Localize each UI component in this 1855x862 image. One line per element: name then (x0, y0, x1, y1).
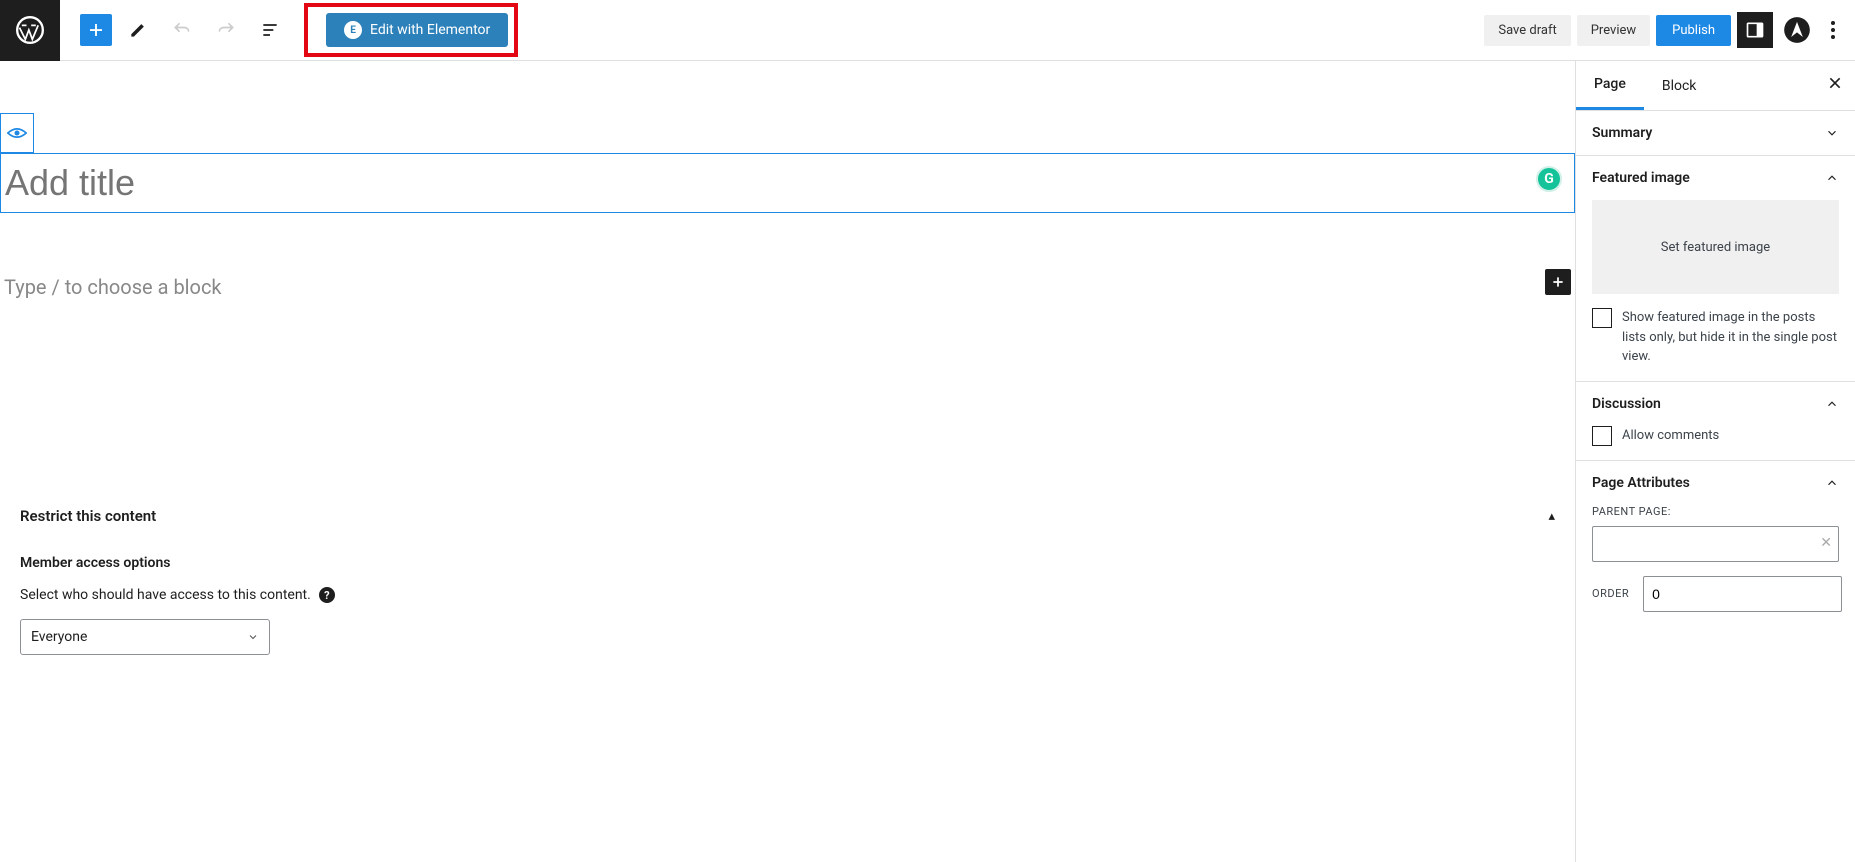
discussion-title: Discussion (1592, 396, 1661, 412)
content-placeholder: Type / to choose a block (4, 275, 222, 299)
close-icon (1827, 75, 1843, 91)
tab-block[interactable]: Block (1644, 61, 1715, 110)
pencil-icon (128, 20, 148, 40)
page-attributes-title: Page Attributes (1592, 475, 1690, 491)
publish-button[interactable]: Publish (1656, 15, 1731, 46)
toolbar-right: Save draft Preview Publish (1484, 12, 1845, 48)
close-sidebar-button[interactable] (1827, 75, 1843, 91)
settings-sidebar: Page Block Summary Featured image Set fe… (1575, 61, 1855, 862)
member-access-subtitle: Member access options (20, 555, 1555, 571)
restrict-title: Restrict this content (20, 507, 156, 525)
astra-icon (1783, 16, 1811, 44)
preview-button[interactable]: Preview (1577, 15, 1650, 46)
summary-title: Summary (1592, 125, 1652, 141)
chevron-down-icon (247, 631, 259, 643)
add-block-inline-button[interactable] (1545, 269, 1571, 295)
set-featured-image-button[interactable]: Set featured image (1592, 200, 1839, 294)
discussion-header[interactable]: Discussion (1592, 396, 1839, 412)
elementor-icon: E (344, 21, 362, 39)
elementor-highlight-box: E Edit with Elementor (304, 3, 518, 57)
editor-canvas: G Type / to choose a block Restrict this… (0, 61, 1575, 862)
page-attributes-panel: Page Attributes PARENT PAGE: ✕ ORDER (1576, 461, 1855, 626)
access-select-value: Everyone (31, 629, 87, 645)
chevron-up-icon (1825, 171, 1839, 185)
settings-panel-toggle[interactable] (1737, 12, 1773, 48)
document-outline-button[interactable] (252, 12, 288, 48)
title-block: G (0, 153, 1575, 213)
clear-parent-icon[interactable]: ✕ (1820, 535, 1832, 551)
redo-icon (216, 20, 236, 40)
toolbar-left: E Edit with Elementor (60, 3, 518, 57)
summary-panel: Summary (1576, 111, 1855, 156)
elementor-label: Edit with Elementor (370, 22, 490, 38)
options-menu-button[interactable] (1821, 12, 1845, 48)
featured-image-hide-checkbox[interactable] (1592, 308, 1612, 328)
tab-page[interactable]: Page (1576, 61, 1644, 110)
featured-image-header[interactable]: Featured image (1592, 170, 1839, 186)
wordpress-logo[interactable] (0, 0, 60, 61)
order-input[interactable] (1643, 576, 1842, 612)
restrict-content-panel: Restrict this content ▴ Member access op… (0, 491, 1575, 671)
order-label: ORDER (1592, 587, 1629, 600)
collapse-up-icon: ▴ (1548, 509, 1555, 524)
allow-comments-checkbox[interactable] (1592, 426, 1612, 446)
featured-image-panel: Featured image Set featured image Show f… (1576, 156, 1855, 382)
parent-page-input[interactable]: ✕ (1592, 526, 1839, 562)
grammarly-icon[interactable]: G (1536, 166, 1562, 192)
restrict-description-row: Select who should have access to this co… (20, 587, 1555, 603)
outline-icon (260, 20, 280, 40)
kebab-icon (1831, 21, 1835, 39)
content-block[interactable]: Type / to choose a block (0, 273, 1575, 301)
featured-image-title: Featured image (1592, 170, 1690, 186)
wordpress-icon (16, 16, 44, 44)
plus-icon (1551, 275, 1565, 289)
undo-icon (172, 20, 192, 40)
plus-icon (87, 21, 105, 39)
chevron-down-icon (1825, 126, 1839, 140)
undo-button[interactable] (164, 12, 200, 48)
restrict-header[interactable]: Restrict this content ▴ (20, 507, 1555, 525)
discussion-panel: Discussion Allow comments (1576, 382, 1855, 461)
summary-header[interactable]: Summary (1592, 125, 1839, 141)
redo-button[interactable] (208, 12, 244, 48)
add-block-button[interactable] (80, 14, 112, 46)
edit-with-elementor-button[interactable]: E Edit with Elementor (326, 13, 508, 47)
chevron-up-icon (1825, 476, 1839, 490)
edit-tool-button[interactable] (120, 12, 156, 48)
featured-image-checkbox-label: Show featured image in the posts lists o… (1622, 308, 1839, 367)
astra-button[interactable] (1779, 12, 1815, 48)
main-layout: G Type / to choose a block Restrict this… (0, 61, 1855, 862)
help-icon[interactable]: ? (319, 587, 335, 603)
page-attributes-header[interactable]: Page Attributes (1592, 475, 1839, 491)
page-title-input[interactable] (5, 162, 1570, 204)
top-toolbar: E Edit with Elementor Save draft Preview… (0, 0, 1855, 61)
parent-page-label: PARENT PAGE: (1592, 505, 1839, 518)
chevron-up-icon (1825, 397, 1839, 411)
visibility-tab[interactable] (0, 113, 34, 153)
save-draft-button[interactable]: Save draft (1484, 15, 1570, 46)
access-select[interactable]: Everyone (20, 619, 270, 655)
eye-icon (7, 126, 27, 140)
sidebar-icon (1745, 20, 1765, 40)
restrict-description: Select who should have access to this co… (20, 587, 311, 603)
sidebar-tabs: Page Block (1576, 61, 1855, 111)
allow-comments-label: Allow comments (1622, 426, 1719, 446)
